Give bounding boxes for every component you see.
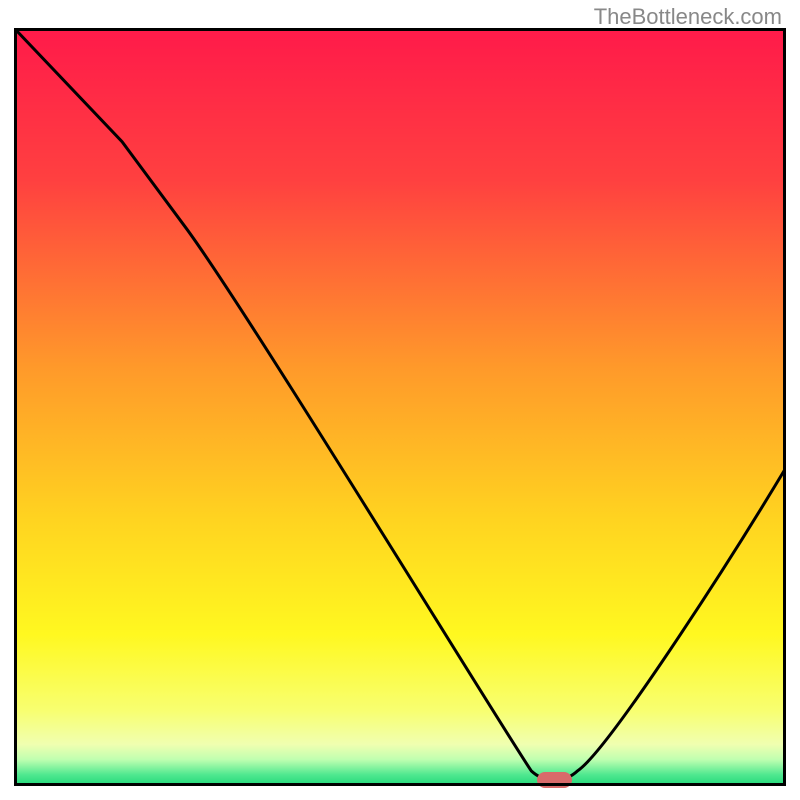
curve-svg	[14, 28, 786, 786]
plot-area	[14, 28, 786, 786]
bottleneck-curve	[14, 28, 786, 779]
optimal-marker	[537, 772, 572, 787]
attribution-text: TheBottleneck.com	[594, 4, 782, 30]
